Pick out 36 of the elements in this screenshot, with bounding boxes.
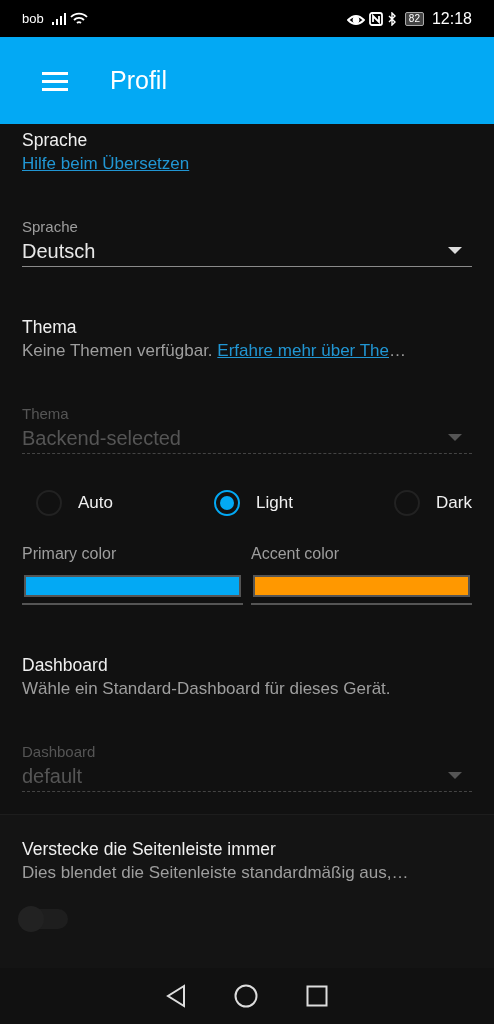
radio-button[interactable] — [214, 490, 241, 516]
battery-indicator: 82 — [404, 11, 424, 26]
select-field: Dashboard default — [22, 725, 472, 792]
help-link[interactable]: Erfahre mehr über The — [217, 341, 389, 360]
section-title: Dashboard — [22, 654, 109, 677]
select-field[interactable]: Sprache Deutsch — [22, 200, 472, 267]
section-title: Sprache — [22, 129, 89, 152]
clock: 12:18 — [431, 8, 472, 29]
signal-icon — [51, 12, 66, 25]
ellipsis: … — [389, 341, 406, 360]
color-swatch[interactable] — [253, 575, 470, 597]
select-field: Thema Backend-selected — [22, 387, 472, 454]
wifi-icon — [69, 11, 88, 26]
field-label: Accent color — [251, 544, 341, 564]
description: Dies blendet die Seitenleiste standardmäßig aus,… — [22, 863, 409, 882]
color-swatch[interactable] — [24, 575, 241, 597]
back-icon[interactable] — [166, 984, 186, 1008]
section-title: Thema — [22, 316, 78, 339]
dropdown-caret-icon — [448, 434, 462, 442]
field-label: Primary color — [22, 544, 118, 564]
radio-label: Auto — [78, 492, 113, 515]
recents-icon[interactable] — [306, 985, 328, 1007]
radio-label: Light — [256, 492, 293, 515]
bluetooth-icon — [386, 11, 397, 26]
home-icon[interactable] — [234, 984, 258, 1008]
nfc-icon — [368, 11, 383, 26]
carrier-name: bob — [22, 9, 44, 28]
description: Keine Themen verfügbar. — [22, 341, 213, 360]
dropdown-caret-icon — [448, 772, 462, 780]
menu-icon[interactable] — [42, 70, 68, 91]
radio-label: Dark — [436, 492, 472, 515]
description: Wähle ein Standard-Dashboard für dieses Gerät. — [22, 679, 391, 698]
page-title: Profil — [110, 64, 167, 96]
section-title: Verstecke die Seitenleiste immer — [22, 838, 277, 861]
help-link[interactable]: Hilfe beim Übersetzen — [22, 154, 190, 173]
dropdown-caret-icon — [448, 247, 462, 255]
